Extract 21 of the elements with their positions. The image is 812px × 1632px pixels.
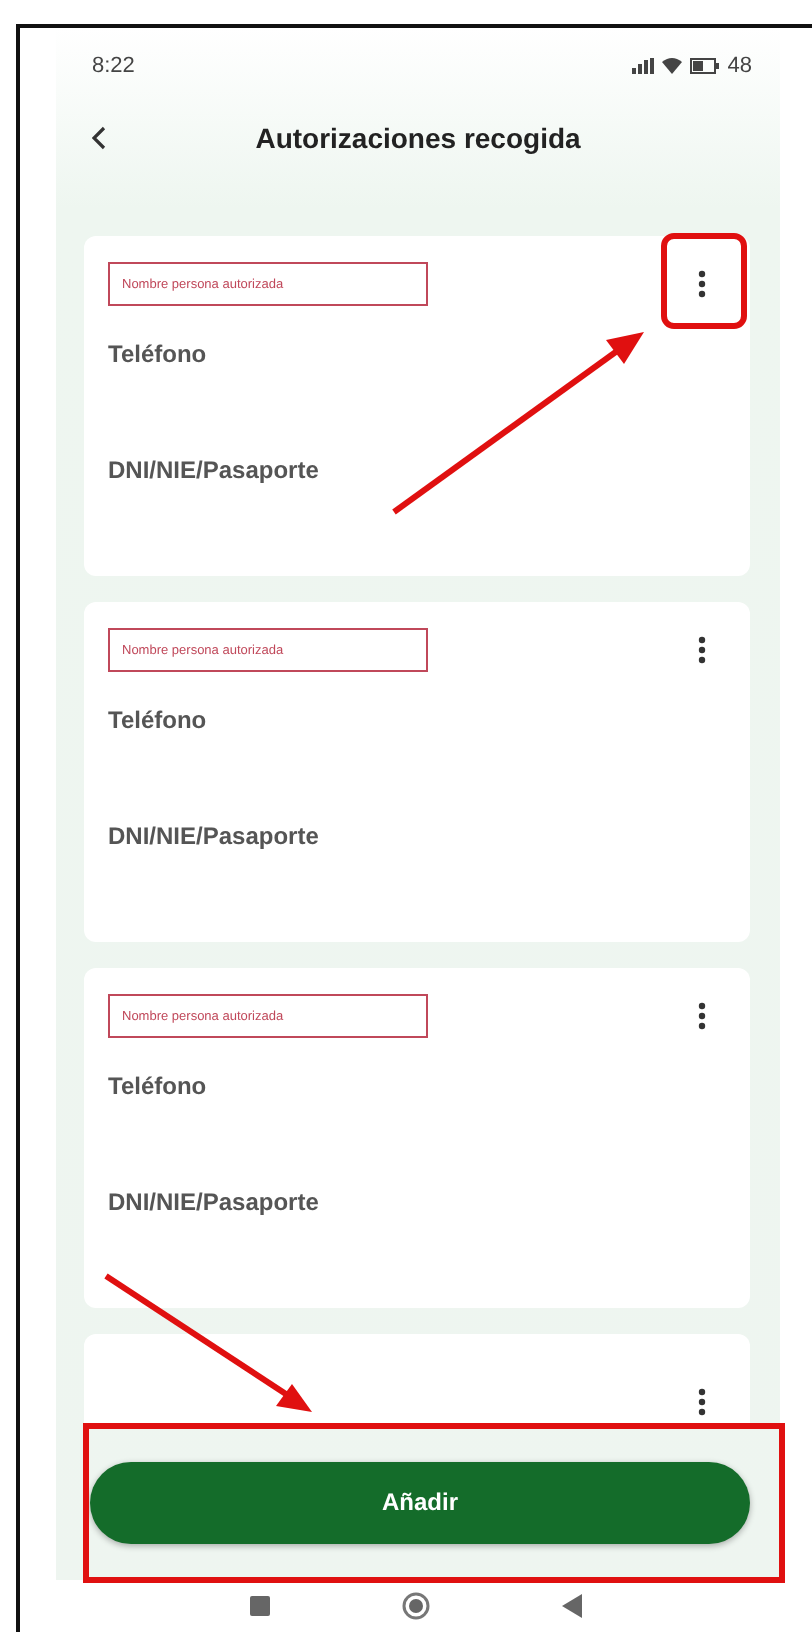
signal-icon <box>631 58 654 74</box>
more-icon[interactable] <box>698 636 706 664</box>
status-time: 8:22 <box>92 54 135 78</box>
back-icon[interactable] <box>92 126 106 150</box>
highlight-box <box>661 233 747 329</box>
field-label: Teléfono <box>108 706 209 734</box>
field-label: DNI/NIE/Pasaporte <box>108 1188 321 1216</box>
home-icon[interactable] <box>402 1592 430 1620</box>
more-icon[interactable] <box>698 1002 706 1030</box>
back-triangle-icon[interactable] <box>562 1594 582 1618</box>
page-title: Autorizaciones recogida <box>255 122 581 154</box>
field-label: DNI/NIE/Pasaporte <box>108 456 321 484</box>
add-button[interactable]: Añadir <box>90 1461 750 1543</box>
battery-level: 48 <box>727 54 752 78</box>
wifi-icon <box>661 58 682 74</box>
field-label: DNI/NIE/Pasaporte <box>108 822 321 850</box>
field-label: Teléfono <box>108 1072 209 1100</box>
field-label: Teléfono <box>108 340 209 368</box>
more-icon[interactable] <box>698 1388 706 1416</box>
more-icon[interactable] <box>698 270 706 298</box>
battery-icon <box>689 58 720 74</box>
